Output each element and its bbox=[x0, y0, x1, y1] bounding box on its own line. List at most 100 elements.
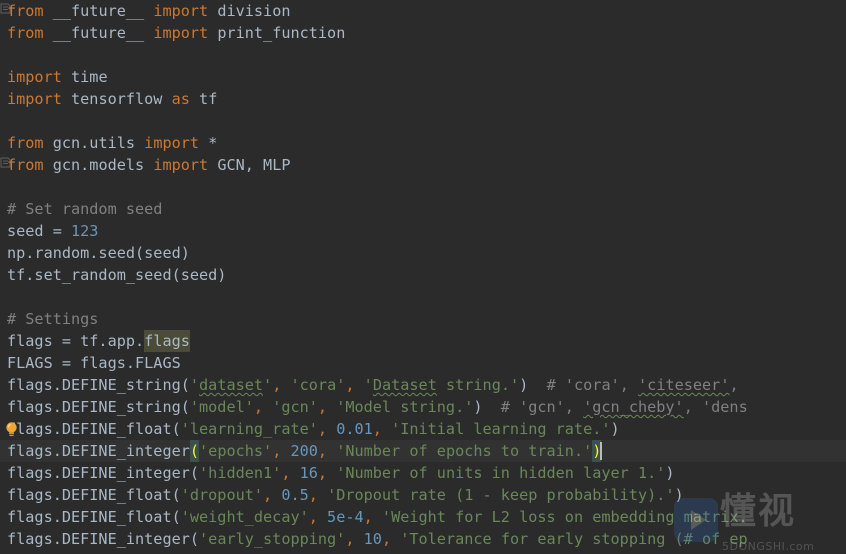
code-line[interactable] bbox=[0, 286, 846, 308]
code-token: from bbox=[7, 134, 44, 152]
code-token: , bbox=[317, 398, 337, 416]
code-token: * bbox=[199, 134, 218, 152]
code-token: FLAGS = flags.FLAGS bbox=[7, 354, 181, 372]
code-token: 'gcn_cheby' bbox=[583, 398, 684, 416]
code-token: 'gcn' bbox=[272, 398, 318, 416]
code-token: ) bbox=[519, 376, 529, 394]
code-line[interactable]: from gcn.utils import * bbox=[0, 132, 846, 154]
code-line[interactable] bbox=[0, 44, 846, 66]
code-token: ) bbox=[610, 420, 620, 438]
code-token: tf.set_random_seed(seed) bbox=[7, 266, 227, 284]
code-token: import bbox=[7, 68, 62, 86]
code-token: tensorflow bbox=[61, 90, 172, 108]
code-line[interactable] bbox=[0, 110, 846, 132]
code-token: 'Dropout rate (1 - keep probability).' bbox=[327, 486, 675, 504]
code-token: , bbox=[345, 530, 364, 548]
code-line[interactable] bbox=[0, 176, 846, 198]
code-line[interactable]: import time bbox=[0, 66, 846, 88]
code-token: , bbox=[372, 420, 392, 438]
code-token: string.' bbox=[436, 376, 520, 394]
code-token: as bbox=[171, 90, 190, 108]
code-token: gcn.models bbox=[43, 156, 154, 174]
code-token: 'Number of epochs to train.' bbox=[336, 442, 593, 460]
code-token: time bbox=[61, 68, 108, 86]
code-token: 'hidden1' bbox=[199, 464, 282, 482]
code-line[interactable]: flags.DEFINE_float('dropout', 0.5, 'Drop… bbox=[0, 484, 846, 506]
fold-marker-icon[interactable] bbox=[0, 3, 11, 14]
code-token: seed = bbox=[7, 222, 72, 240]
code-token: flags.DEFINE_string( bbox=[7, 398, 190, 416]
code-token: ( bbox=[189, 440, 200, 463]
code-token: , bbox=[729, 376, 739, 394]
code-token: , 'dens bbox=[683, 398, 748, 416]
code-token: ) bbox=[665, 464, 675, 482]
code-token: 'Number of units in hidden layer 1.' bbox=[336, 464, 666, 482]
code-token: 'learning_rate' bbox=[180, 420, 318, 438]
code-token: flags = tf.app. bbox=[7, 332, 145, 350]
code-line[interactable]: FLAGS = flags.FLAGS bbox=[0, 352, 846, 374]
code-token: 0.5 bbox=[281, 486, 309, 504]
code-line[interactable]: from __future__ import division bbox=[0, 0, 846, 22]
code-token: Dataset bbox=[372, 376, 437, 394]
code-token: , bbox=[363, 508, 382, 526]
code-token: flags.DEFINE_string( bbox=[7, 376, 190, 394]
code-token: import bbox=[153, 24, 209, 42]
code-token: , bbox=[272, 442, 291, 460]
code-token: , bbox=[345, 376, 364, 394]
code-token: 'model' bbox=[189, 398, 254, 416]
code-token: import bbox=[153, 156, 209, 174]
code-token: 'dropout' bbox=[180, 486, 264, 504]
code-line[interactable]: flags.DEFINE_integer('hidden1', 16, 'Num… bbox=[0, 462, 846, 484]
code-token: print_function bbox=[208, 24, 346, 42]
code-line[interactable]: # Set random seed bbox=[0, 198, 846, 220]
code-token: ) bbox=[473, 398, 483, 416]
code-line[interactable]: flags.DEFINE_float('weight_decay', 5e-4,… bbox=[0, 506, 846, 528]
code-line[interactable]: flags.DEFINE_string('model', 'gcn', 'Mod… bbox=[0, 396, 846, 418]
code-line[interactable]: flags.DEFINE_integer('epochs', 200, 'Num… bbox=[0, 440, 846, 463]
code-token: flags bbox=[144, 330, 190, 353]
code-line[interactable]: flags.DEFINE_integer('early_stopping', 1… bbox=[0, 528, 846, 550]
code-token: from bbox=[7, 2, 44, 20]
code-token: __future__ bbox=[43, 24, 154, 42]
code-token: import bbox=[144, 134, 200, 152]
code-token: # Settings bbox=[7, 310, 99, 328]
code-token: 'Model string.' bbox=[336, 398, 474, 416]
code-token: 'citeseer' bbox=[638, 376, 730, 394]
code-token: np.random.seed(seed) bbox=[7, 244, 190, 262]
code-token: , bbox=[317, 464, 337, 482]
code-line[interactable]: from __future__ import print_function bbox=[0, 22, 846, 44]
code-token: flags.DEFINE_integer( bbox=[7, 530, 200, 548]
code-line[interactable]: flags.DEFINE_string('dataset', 'cora', '… bbox=[0, 374, 846, 396]
code-line[interactable]: tf.set_random_seed(seed) bbox=[0, 264, 846, 286]
code-line[interactable]: np.random.seed(seed) bbox=[0, 242, 846, 264]
code-token: flags.DEFINE_integer( bbox=[7, 464, 200, 482]
code-token: , bbox=[263, 486, 282, 504]
code-line[interactable]: from gcn.models import GCN, MLP bbox=[0, 154, 846, 176]
code-token: , bbox=[253, 398, 273, 416]
fold-marker-icon[interactable] bbox=[0, 157, 11, 168]
code-token: # 'cora', bbox=[528, 376, 639, 394]
code-token: GCN, MLP bbox=[208, 156, 291, 174]
code-token: 'Initial learning rate.' bbox=[391, 420, 611, 438]
code-token: # Set random seed bbox=[7, 200, 163, 218]
lightbulb-icon[interactable] bbox=[4, 421, 19, 438]
code-line[interactable]: seed = 123 bbox=[0, 220, 846, 242]
code-token: , bbox=[281, 464, 300, 482]
code-token: , bbox=[317, 442, 337, 460]
code-token: 16 bbox=[299, 464, 318, 482]
code-editor-window: from __future__ import division from __fu… bbox=[0, 0, 846, 554]
code-line[interactable]: flags = tf.app.flags bbox=[0, 330, 846, 353]
code-token: flags.DEFINE_float( bbox=[7, 420, 181, 438]
code-token: , bbox=[272, 376, 291, 394]
code-token: 10 bbox=[363, 530, 382, 548]
code-line[interactable]: # Settings bbox=[0, 308, 846, 330]
editor-text-area[interactable]: from __future__ import division from __fu… bbox=[0, 0, 846, 554]
code-token: 'Tolerance for early stopping (# of ep bbox=[400, 530, 748, 548]
code-token: 'epochs' bbox=[199, 442, 273, 460]
code-line[interactable]: import tensorflow as tf bbox=[0, 88, 846, 110]
code-token: gcn.utils bbox=[43, 134, 145, 152]
code-token: flags.DEFINE_integer bbox=[7, 442, 190, 460]
code-token: , bbox=[381, 530, 401, 548]
code-token: 123 bbox=[71, 222, 99, 240]
code-line[interactable]: flags.DEFINE_float('learning_rate', 0.01… bbox=[0, 418, 846, 440]
